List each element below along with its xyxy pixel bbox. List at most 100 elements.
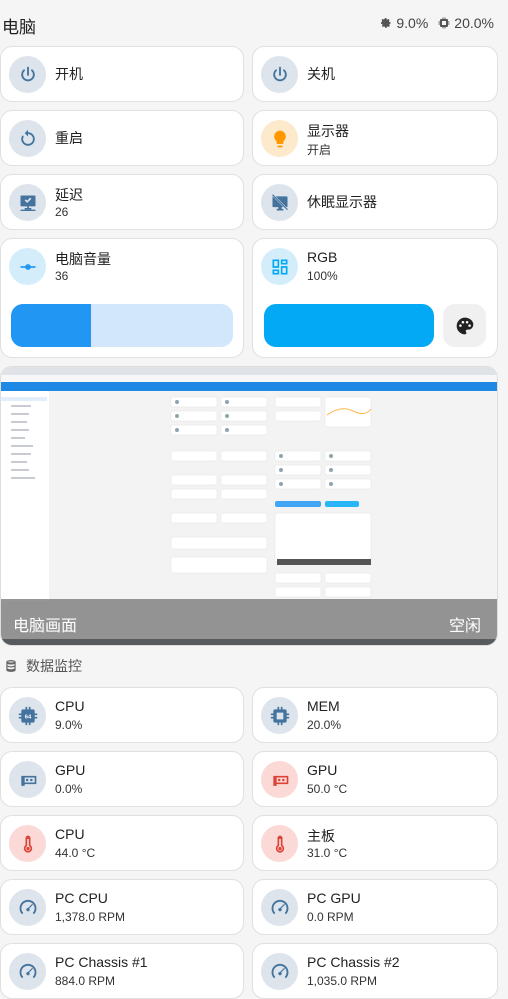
color-picker-button[interactable] <box>443 304 486 347</box>
sensor-value: 20.0% <box>307 718 342 732</box>
sensor-card[interactable]: GPU 50.0 °C <box>252 751 498 807</box>
volume-value: 36 <box>55 269 69 283</box>
power-on-label: 开机 <box>55 66 83 82</box>
display-toggle[interactable]: 显示器 开启 <box>252 110 498 166</box>
power-icon <box>272 66 287 81</box>
pc-screen-camera[interactable]: 电脑画面 空闲 <box>0 366 498 646</box>
power-off-label: 关机 <box>307 66 335 82</box>
restart-icon <box>20 129 35 146</box>
gauge-icon <box>271 899 288 914</box>
sensor-icon-badge <box>261 953 298 990</box>
volume-icon-badge <box>9 248 46 285</box>
gauge-icon <box>271 963 288 978</box>
sensor-icon-badge <box>9 825 46 862</box>
sensor-card[interactable]: PC CPU 1,378.0 RPM <box>0 879 244 935</box>
cpu-stat: 9.0% <box>380 15 428 31</box>
power-off-button[interactable]: 关机 <box>252 46 498 102</box>
power-icon <box>20 66 35 81</box>
svg-text:64: 64 <box>24 714 31 720</box>
rgb-slider-fill <box>264 304 434 347</box>
sensor-card[interactable]: PC Chassis #1 884.0 RPM <box>0 943 244 999</box>
sensor-name: CPU <box>55 826 85 842</box>
monitor-off-icon <box>271 193 288 210</box>
sensor-name: MEM <box>307 698 340 714</box>
screen-caption: 电脑画面 <box>13 618 78 635</box>
gear-icon <box>381 18 391 28</box>
sensor-card[interactable]: GPU 0.0% <box>0 751 244 807</box>
latency-tile[interactable]: 延迟 26 <box>0 174 244 230</box>
sensor-value: 44.0 °C <box>55 846 96 860</box>
sensor-card[interactable]: 主板 31.0 °C <box>252 815 498 871</box>
sensor-card[interactable]: 64 CPU 9.0% <box>0 687 244 743</box>
volume-slider-fill <box>11 304 91 347</box>
thermometer-icon <box>275 835 284 853</box>
volume-slider[interactable] <box>11 304 233 347</box>
sensor-value: 1,035.0 RPM <box>307 974 378 988</box>
sleep-display-button[interactable]: 休眠显示器 <box>252 174 498 230</box>
dashboard-grid-icon <box>272 259 287 274</box>
sensor-icon-badge: 64 <box>9 697 46 734</box>
sensor-value: 9.0% <box>55 718 83 732</box>
sensor-value: 31.0 °C <box>307 846 348 860</box>
sensor-value: 1,378.0 RPM <box>55 910 126 924</box>
sensor-icon-badge <box>9 761 46 798</box>
restart-icon-badge <box>9 120 46 157</box>
sensor-name: GPU <box>55 762 86 778</box>
volume-label: 电脑音量 <box>55 251 111 267</box>
monitor-network-icon <box>20 195 35 211</box>
database-icon <box>6 660 16 672</box>
display-icon-badge <box>261 120 298 157</box>
chip-icon <box>438 17 450 29</box>
thermometer-icon <box>23 835 32 853</box>
cpu-stat-value: 9.0% <box>396 15 429 31</box>
section-title: 数据监控 <box>26 658 82 674</box>
rgb-label: RGB <box>307 249 338 265</box>
sensor-value: 0.0 RPM <box>307 910 354 924</box>
display-state: 开启 <box>307 143 332 157</box>
sensor-name: CPU <box>55 698 85 714</box>
sensor-name: 主板 <box>307 828 335 844</box>
sensor-name: PC Chassis #2 <box>307 954 400 970</box>
section-header: 数据监控 <box>4 656 82 676</box>
gpu-card-icon <box>271 774 288 786</box>
header-stats: 9.0% 20.0% <box>380 15 494 31</box>
mem-stat-value: 20.0% <box>454 15 494 31</box>
cpu-64bit-icon: 64 <box>18 706 37 725</box>
sensor-card[interactable]: PC Chassis #2 1,035.0 RPM <box>252 943 498 999</box>
restart-label: 重启 <box>55 130 83 146</box>
gauge-icon <box>19 963 36 978</box>
rgb-value: 100% <box>307 269 338 283</box>
power-off-icon-badge <box>261 56 298 93</box>
power-on-button[interactable]: 开机 <box>0 46 244 102</box>
rgb-icon-badge <box>261 248 298 285</box>
header: 电脑 9.0% 20.0% <box>0 0 508 46</box>
sensor-card[interactable]: CPU 44.0 °C <box>0 815 244 871</box>
latency-icon-badge <box>9 184 46 221</box>
sensor-icon-badge <box>9 953 46 990</box>
sleep-display-label: 休眠显示器 <box>307 194 377 210</box>
screen-caption-bar: 电脑画面 空闲 <box>1 599 497 645</box>
latency-value: 26 <box>55 205 69 219</box>
sensor-card[interactable]: PC GPU 0.0 RPM <box>252 879 498 935</box>
page-title: 电脑 <box>2 18 36 37</box>
sensor-icon-badge <box>261 697 298 734</box>
latency-label: 延迟 <box>55 187 83 203</box>
restart-button[interactable]: 重启 <box>0 110 244 166</box>
sensor-icon-badge <box>261 825 298 862</box>
screen-status: 空闲 <box>448 618 481 635</box>
sensor-name: PC Chassis #1 <box>55 954 148 970</box>
sensor-value: 0.0% <box>55 782 83 796</box>
sleep-display-icon-badge <box>261 184 298 221</box>
sensor-icon-badge <box>261 889 298 926</box>
rgb-card: RGB 100% <box>252 238 498 358</box>
rgb-slider[interactable] <box>264 304 434 347</box>
power-on-icon-badge <box>9 56 46 93</box>
palette-icon <box>456 317 473 334</box>
mem-stat: 20.0% <box>438 15 494 31</box>
sensor-icon-badge <box>9 889 46 926</box>
lightbulb-icon <box>273 130 286 147</box>
sensor-card[interactable]: MEM 20.0% <box>252 687 498 743</box>
volume-slider-icon <box>20 263 35 270</box>
sensor-name: GPU <box>307 762 338 778</box>
sensor-name: PC GPU <box>307 890 361 906</box>
